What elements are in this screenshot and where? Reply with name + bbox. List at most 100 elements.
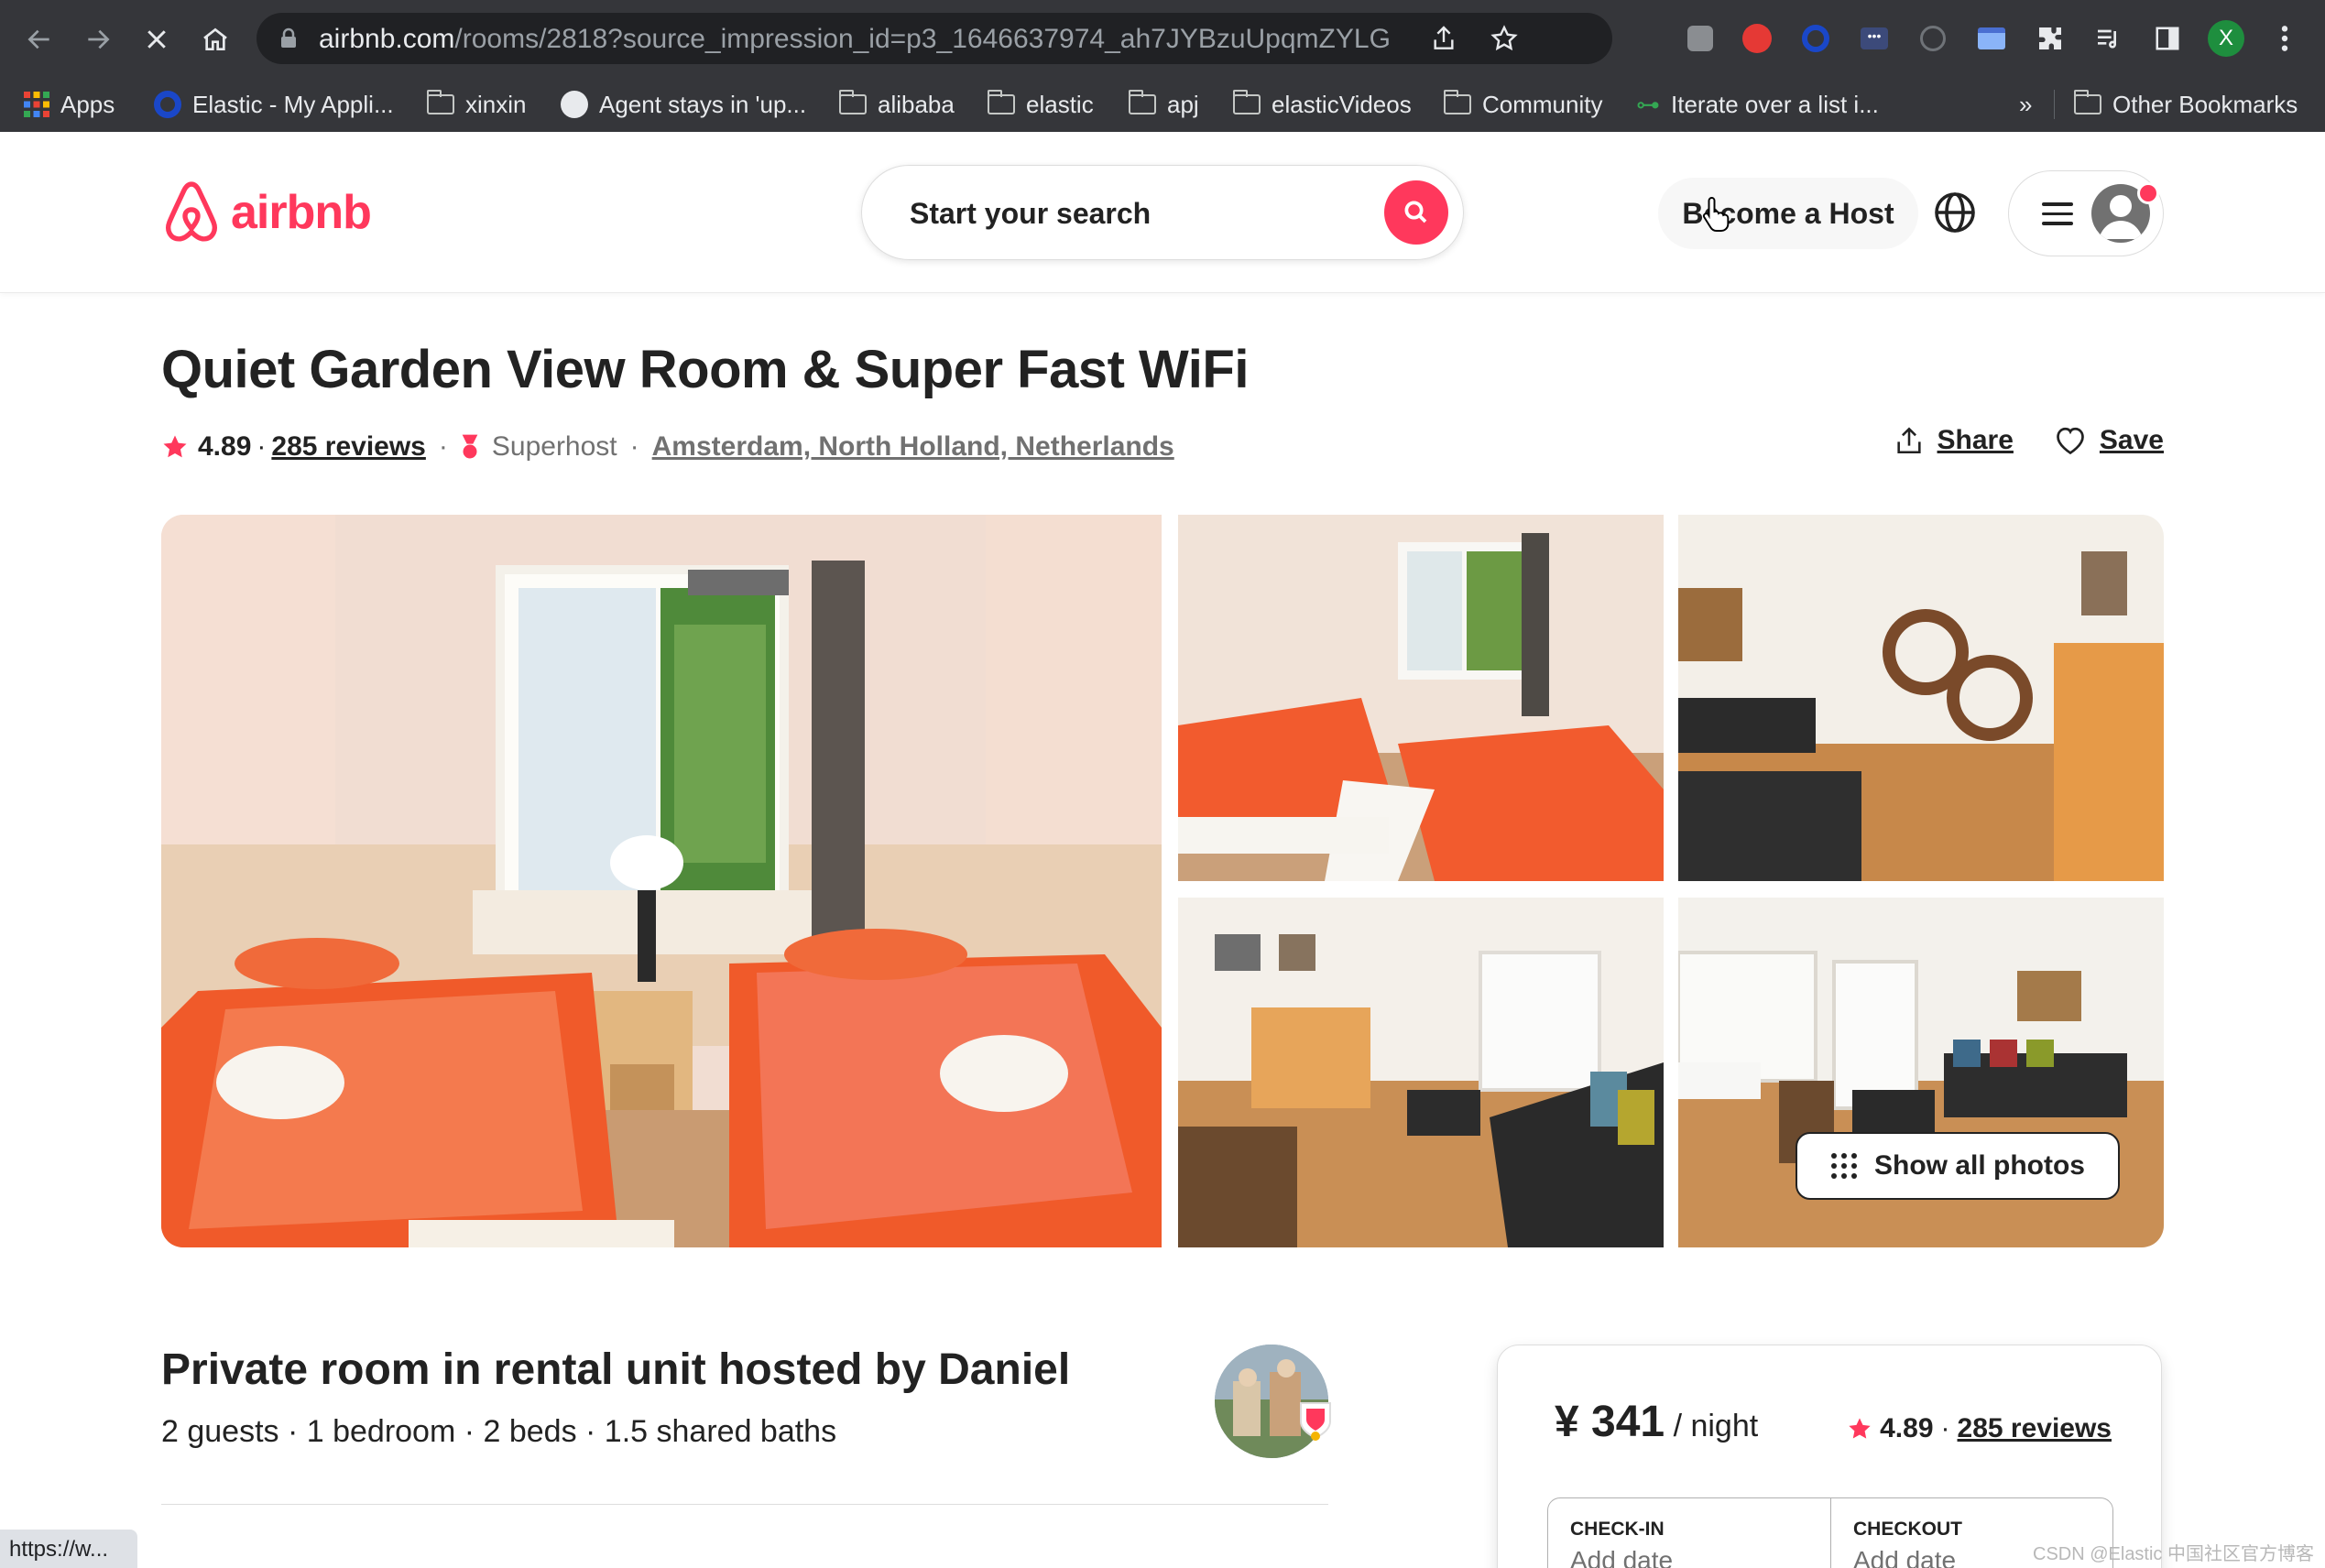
meta-separator: ·	[438, 431, 448, 462]
bookmark-iterate[interactable]: ⊶ Iterate over a list i...	[1636, 84, 1879, 125]
superhost-badge-icon	[1300, 1402, 1331, 1441]
browser-toolbar: airbnb.com/rooms/2818?source_impression_…	[0, 0, 2325, 77]
adblock-icon[interactable]	[1739, 20, 1775, 57]
photo-bedroom-two-beds[interactable]	[1178, 515, 1664, 881]
rating-value: 4.89	[198, 431, 252, 462]
folder-icon	[838, 90, 867, 114]
bookmark-github[interactable]: Agent stays in 'up...	[561, 84, 806, 125]
search-placeholder: Start your search	[910, 197, 1152, 230]
bookmarks-divider	[2054, 90, 2055, 119]
bookmark-label: elastic	[1026, 90, 1094, 118]
bookmark-label: Other Bookmarks	[2112, 90, 2298, 118]
user-menu-button[interactable]	[2008, 170, 2164, 256]
watermark: CSDN @Elastic 中国社区官方博客	[2033, 1544, 2314, 1564]
browser-menu-icon[interactable]	[2266, 20, 2303, 57]
heart-icon	[2057, 427, 2084, 455]
star-icon	[1849, 1418, 1871, 1439]
extension-grey-icon[interactable]	[1915, 20, 1951, 57]
bookmark-star-icon[interactable]	[1490, 24, 1519, 53]
site-header: airbnb Start your search Become a Host	[0, 132, 2325, 293]
location-link[interactable]: Amsterdam, North Holland, Netherlands	[652, 431, 1174, 463]
globe-icon[interactable]	[1933, 191, 1977, 234]
bookmark-apps[interactable]: Apps	[24, 84, 115, 125]
save-button[interactable]: Save	[2054, 425, 2164, 456]
bookmark-label: Apps	[60, 90, 115, 118]
rating-separator: ·	[1940, 1413, 1950, 1443]
listing-actions: Share Save	[1894, 425, 2164, 456]
show-all-photos-button[interactable]: Show all photos	[1796, 1132, 2120, 1200]
bookmark-label: alibaba	[878, 90, 955, 118]
rating-separator: ·	[257, 431, 267, 462]
grid-dots-icon	[1831, 1153, 1857, 1179]
stop-loading-icon[interactable]	[134, 16, 180, 62]
bookmarks-overflow-button[interactable]: »	[2019, 84, 2032, 125]
apps-grid-icon	[24, 92, 49, 117]
price-unit: / night	[1665, 1409, 1759, 1443]
search-icon	[1404, 201, 1427, 223]
hamburger-icon	[2042, 202, 2073, 226]
reviews-link[interactable]: 285 reviews	[271, 431, 425, 463]
address-bar[interactable]: airbnb.com/rooms/2818?source_impression_…	[257, 13, 1612, 64]
bookmarks-bar: Apps Elastic - My Appli... xinxin Agent …	[0, 77, 2325, 132]
checkin-value: Add date	[1570, 1546, 1674, 1568]
bookmark-label: xinxin	[465, 90, 527, 118]
bookmark-folder-apj[interactable]: apj	[1128, 84, 1199, 125]
booking-card: ¥ 341 / night 4.89 · 285 reviews CHECK-I…	[1497, 1345, 2162, 1568]
media-control-icon[interactable]	[2090, 20, 2127, 57]
bookmark-folder-xinxin[interactable]: xinxin	[426, 84, 527, 125]
save-label: Save	[2099, 425, 2164, 455]
search-button[interactable]	[1384, 180, 1448, 245]
profile-avatar[interactable]: X	[2208, 20, 2244, 57]
elastic-icon	[154, 91, 181, 118]
notification-dot	[2137, 182, 2159, 204]
booking-reviews-link[interactable]: 285 reviews	[1958, 1413, 2112, 1444]
booking-rating: 4.89 · 285 reviews	[1847, 1413, 2112, 1444]
url-text: airbnb.com/rooms/2818?source_impression_…	[319, 24, 1391, 54]
folder-icon	[1232, 90, 1261, 114]
bookmark-folder-elasticvideos[interactable]: elasticVideos	[1232, 84, 1412, 125]
photo-main-bedroom[interactable]	[161, 515, 1162, 1247]
nightly-price: ¥ 341 / night	[1555, 1397, 1758, 1447]
airbnb-logo[interactable]: airbnb	[161, 180, 372, 245]
github-icon	[561, 91, 588, 118]
bookmark-folder-elastic[interactable]: elastic	[987, 84, 1094, 125]
share-page-icon[interactable]	[1429, 24, 1458, 53]
extension-card-icon[interactable]	[1973, 20, 2010, 57]
listing-meta: 4.89 · 285 reviews · Superhost · Amsterd…	[161, 427, 1174, 467]
show-all-photos-label: Show all photos	[1874, 1150, 2085, 1181]
extensions-puzzle-icon[interactable]	[2032, 20, 2068, 57]
side-panel-icon[interactable]	[2149, 20, 2186, 57]
listing-title: Quiet Garden View Room & Super Fast WiFi	[161, 340, 1249, 399]
become-host-button[interactable]: Become a Host	[1658, 178, 1918, 249]
rating-value: 4.89	[1880, 1413, 1934, 1443]
folder-icon	[1443, 90, 1471, 114]
photo-living-room[interactable]	[1678, 515, 2164, 881]
bookmark-folder-community[interactable]: Community	[1443, 84, 1602, 125]
share-icon	[1896, 427, 1921, 454]
back-icon[interactable]	[16, 16, 62, 62]
section-divider	[161, 1504, 1328, 1505]
photo-living-room-sofa[interactable]	[1178, 898, 1664, 1247]
bookmark-label: Agent stays in 'up...	[599, 90, 807, 118]
lock-icon	[281, 27, 296, 48]
share-label: Share	[1937, 425, 2014, 455]
forward-icon[interactable]	[75, 16, 121, 62]
home-icon[interactable]	[192, 16, 238, 62]
bookmark-other-bookmarks[interactable]: Other Bookmarks	[2073, 84, 2298, 125]
logo-text: airbnb	[231, 186, 372, 239]
room-capacity: 2 guests · 1 bedroom · 2 beds · 1.5 shar…	[161, 1414, 837, 1449]
checkin-field[interactable]: CHECK-IN Add date	[1548, 1498, 1831, 1568]
extension-blue-icon[interactable]	[1797, 20, 1834, 57]
bookmark-elastic-app[interactable]: Elastic - My Appli...	[154, 84, 394, 125]
star-icon	[163, 435, 187, 458]
share-button[interactable]: Share	[1894, 425, 2014, 456]
extension-dots-icon[interactable]: •••	[1856, 20, 1893, 57]
extension-icon[interactable]	[1682, 20, 1719, 57]
superhost-medal-icon	[462, 434, 478, 459]
status-bar-url: https://w...	[0, 1530, 137, 1568]
folder-icon	[426, 90, 454, 114]
search-bar[interactable]: Start your search	[861, 165, 1464, 260]
bookmark-folder-alibaba[interactable]: alibaba	[838, 84, 955, 125]
price-value: ¥ 341	[1555, 1398, 1665, 1446]
bookmark-label: Elastic - My Appli...	[192, 90, 394, 118]
